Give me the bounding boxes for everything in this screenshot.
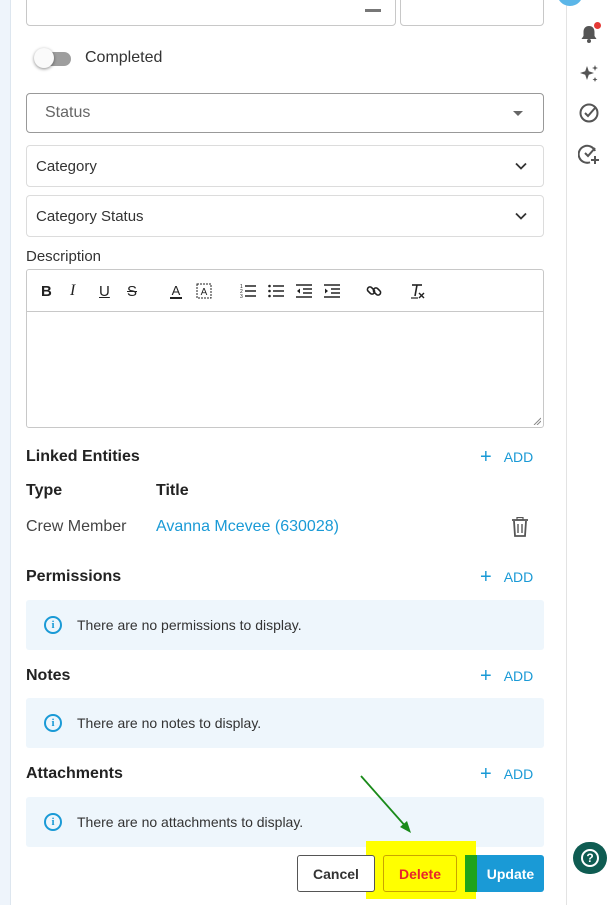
notes-empty-state: i There are no notes to display. <box>26 698 544 748</box>
column-header-type: Type <box>26 482 63 499</box>
sparkle-icon[interactable] <box>576 61 602 87</box>
font-color-glyph: A <box>171 282 181 298</box>
add-label: ADD <box>503 569 534 585</box>
highlight-icon[interactable]: A <box>196 282 212 300</box>
bold-button[interactable]: B <box>41 282 52 300</box>
update-button[interactable]: Update <box>477 855 544 892</box>
category-placeholder: Category <box>36 157 97 175</box>
completed-label: Completed <box>85 49 163 66</box>
delete-button[interactable]: Delete <box>383 855 457 892</box>
notes-title: Notes <box>26 667 71 684</box>
category-status-placeholder: Category Status <box>36 207 144 225</box>
indent-icon[interactable] <box>324 282 340 300</box>
caret-down-icon <box>513 111 523 116</box>
linked-entity-type: Crew Member <box>26 518 127 535</box>
attachments-empty-text: There are no attachments to display. <box>77 814 304 830</box>
linked-entities-title: Linked Entities <box>26 448 140 465</box>
status-select[interactable]: Status <box>26 93 544 133</box>
add-linked-entity-button[interactable]: + ADD <box>480 447 533 467</box>
plus-icon: + <box>480 763 492 785</box>
top-field-right[interactable] <box>400 0 544 26</box>
check-circle-icon[interactable] <box>576 100 602 126</box>
right-rail <box>566 0 615 905</box>
linked-entity-link[interactable]: Avanna Mcevee (630028) <box>156 518 339 536</box>
info-icon: i <box>44 813 62 831</box>
svg-text:A: A <box>201 287 208 298</box>
notifications-bell-icon[interactable] <box>576 21 602 47</box>
font-color-button[interactable]: A <box>170 282 182 300</box>
completed-toggle-row[interactable]: Completed <box>34 46 162 70</box>
annotation-arrow-icon <box>360 775 411 833</box>
attachments-title: Attachments <box>26 765 123 782</box>
numbered-list-icon[interactable]: 123 <box>240 282 256 300</box>
help-icon: ? <box>581 849 599 867</box>
column-header-title: Title <box>156 482 189 499</box>
font-color-bar <box>170 296 182 299</box>
link-icon[interactable] <box>366 282 382 300</box>
bullet-list-icon[interactable] <box>268 282 284 300</box>
outdent-icon[interactable] <box>296 282 312 300</box>
info-icon: i <box>44 616 62 634</box>
field-handle-icon <box>365 9 381 12</box>
add-note-button[interactable]: + ADD <box>480 666 533 686</box>
plus-icon: + <box>480 566 492 588</box>
completed-toggle[interactable] <box>34 46 72 70</box>
cancel-button[interactable]: Cancel <box>297 855 375 892</box>
help-button[interactable]: ? <box>573 842 607 874</box>
italic-button[interactable]: I <box>70 282 75 300</box>
permissions-title: Permissions <box>26 568 122 585</box>
category-select[interactable]: Category <box>26 145 544 187</box>
strikethrough-button[interactable]: S <box>127 282 137 300</box>
add-label: ADD <box>503 766 534 782</box>
clear-format-icon[interactable] <box>409 282 425 300</box>
chevron-down-icon <box>515 162 527 170</box>
description-editor[interactable]: B I U S A A 123 <box>26 269 544 428</box>
status-placeholder: Status <box>45 104 91 121</box>
notes-empty-text: There are no notes to display. <box>77 715 262 731</box>
left-panel-edge <box>0 0 11 905</box>
permissions-empty-text: There are no permissions to display. <box>77 617 302 633</box>
add-label: ADD <box>503 449 534 465</box>
info-icon: i <box>44 714 62 732</box>
add-label: ADD <box>503 668 534 684</box>
svg-text:3: 3 <box>240 294 243 300</box>
editor-toolbar: B I U S A A 123 <box>27 270 543 312</box>
update-button-edge <box>465 855 477 892</box>
chevron-down-icon <box>515 212 527 220</box>
description-label: Description <box>26 248 102 265</box>
trash-icon[interactable] <box>511 517 529 537</box>
add-attachment-button[interactable]: + ADD <box>480 764 533 784</box>
attachments-empty-state: i There are no attachments to display. <box>26 797 544 847</box>
permissions-empty-state: i There are no permissions to display. <box>26 600 544 650</box>
top-field-left[interactable] <box>26 0 396 26</box>
plus-icon: + <box>480 665 492 687</box>
underline-button[interactable]: U <box>99 282 110 300</box>
toggle-knob <box>34 48 54 68</box>
resize-handle-icon[interactable] <box>533 417 541 425</box>
notification-dot <box>594 22 601 29</box>
add-task-icon[interactable] <box>576 141 602 167</box>
plus-icon: + <box>480 446 492 468</box>
category-status-select[interactable]: Category Status <box>26 195 544 237</box>
add-permission-button[interactable]: + ADD <box>480 567 533 587</box>
